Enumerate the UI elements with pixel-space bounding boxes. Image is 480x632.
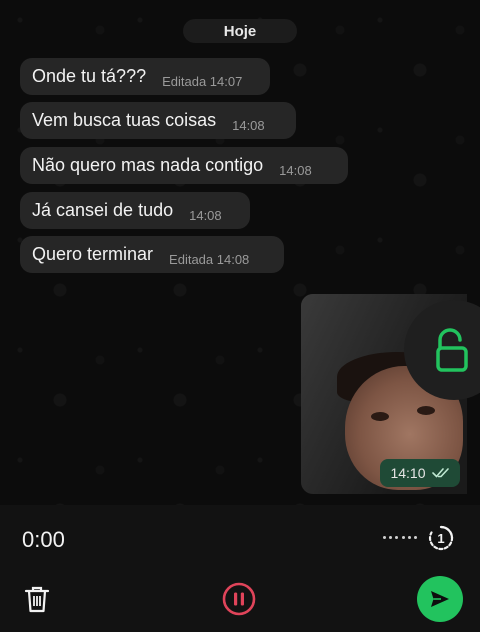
waveform-placeholder xyxy=(383,536,417,540)
message-text: Onde tu tá??? xyxy=(32,66,147,86)
send-button[interactable] xyxy=(417,576,463,622)
double-check-icon xyxy=(431,468,449,478)
message-meta: 14:08 xyxy=(189,208,222,223)
message-bubble[interactable]: Quero terminar Editada 14:08 xyxy=(20,236,284,273)
message-bubble[interactable]: Não quero mas nada contigo 14:08 xyxy=(20,147,348,184)
message-text: Vem busca tuas coisas xyxy=(32,110,217,130)
message-text: Não quero mas nada contigo xyxy=(32,155,264,175)
voice-recorder-bar: 0:00 1 xyxy=(0,505,480,632)
message-text: Já cansei de tudo xyxy=(32,200,174,220)
message-meta: Editada 14:08 xyxy=(169,252,250,267)
pause-icon[interactable] xyxy=(222,582,256,616)
view-once-icon[interactable]: 1 xyxy=(428,525,454,551)
media-timestamp: 14:10 xyxy=(380,459,460,487)
date-separator: Hoje xyxy=(183,19,297,43)
chat-area[interactable]: Hoje Onde tu tá??? Editada 14:07 Vem bus… xyxy=(0,0,480,505)
svg-text:1: 1 xyxy=(437,531,444,546)
recording-timer: 0:00 xyxy=(22,527,65,552)
photo-eye xyxy=(371,412,389,421)
message-meta: Editada 14:07 xyxy=(162,74,243,89)
date-label: Hoje xyxy=(223,22,257,40)
trash-icon[interactable] xyxy=(24,585,50,613)
message-meta: 14:08 xyxy=(232,118,265,133)
send-icon xyxy=(431,591,449,607)
unlock-icon[interactable] xyxy=(432,328,472,372)
chat-screen: Hoje Onde tu tá??? Editada 14:07 Vem bus… xyxy=(0,0,480,632)
message-bubble[interactable]: Já cansei de tudo 14:08 xyxy=(20,192,250,229)
message-meta: 14:08 xyxy=(279,163,312,178)
photo-eye xyxy=(417,406,435,415)
message-bubble[interactable]: Onde tu tá??? Editada 14:07 xyxy=(20,58,270,95)
message-bubble[interactable]: Vem busca tuas coisas 14:08 xyxy=(20,102,296,139)
message-text: Quero terminar xyxy=(32,244,154,264)
media-time: 14:10 xyxy=(390,465,426,481)
